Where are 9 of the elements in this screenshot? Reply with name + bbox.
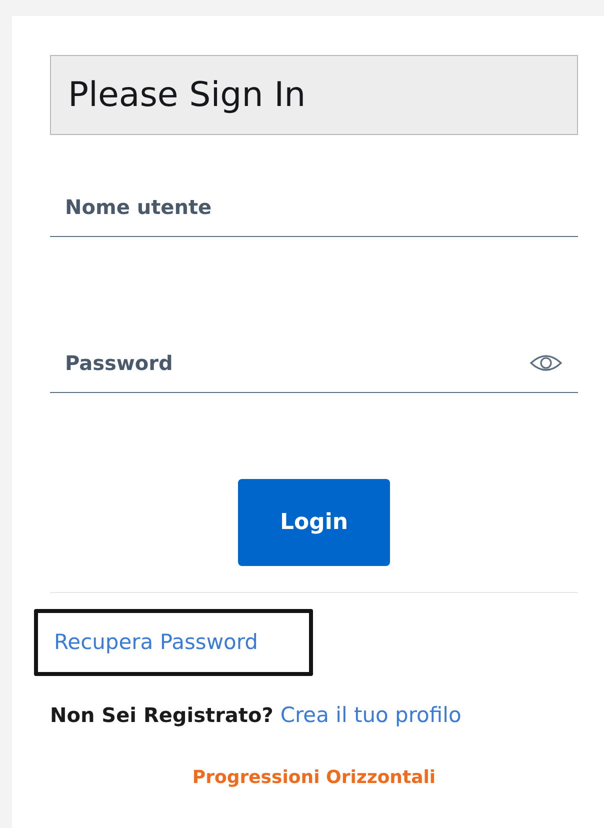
heading-title: Please Sign In (68, 75, 306, 115)
recover-password-link[interactable]: Recupera Password (34, 609, 313, 676)
password-field[interactable]: Password (50, 334, 578, 393)
username-field[interactable]: Nome utente (50, 178, 578, 237)
register-question: Non Sei Registrato? (50, 703, 274, 727)
create-profile-link[interactable]: Crea il tuo profilo (280, 703, 462, 727)
login-button[interactable]: Login (238, 479, 390, 566)
horizontal-progressions-link[interactable]: Progressioni Orizzontali (192, 767, 436, 788)
eye-icon[interactable] (529, 352, 563, 374)
